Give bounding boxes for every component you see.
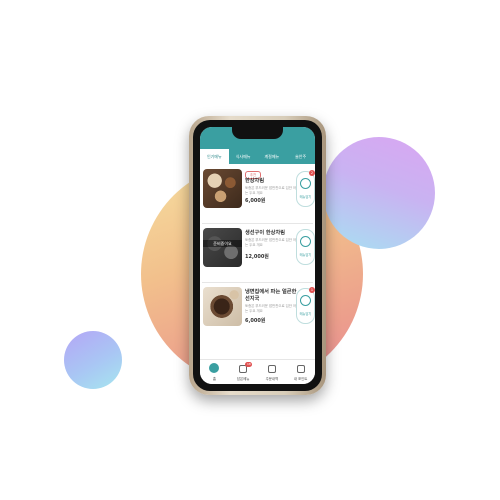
- nav-points[interactable]: 내 포인트: [286, 360, 315, 384]
- menu-item-price: 12,000원: [245, 254, 269, 260]
- divider: [202, 282, 313, 283]
- home-icon: [209, 363, 220, 373]
- bottom-nav: 홈 18 담은메뉴 주문내역 내 포인트: [200, 359, 315, 384]
- menu-item-title: 생선구이 한상차림: [245, 230, 285, 236]
- download-icon: [300, 236, 311, 247]
- nav-label: 홈: [212, 377, 216, 381]
- add-to-cart-label: 메뉴담기: [299, 253, 312, 257]
- count-badge: 2: [309, 170, 315, 176]
- nav-home[interactable]: 홈: [200, 360, 229, 384]
- menu-item-price: 6,000원: [245, 198, 266, 204]
- menu-item[interactable]: 냉면집에서 파는 얼큰한 선지국 토종은 부드러운 밥반찬으로 입안 어는 두요…: [202, 285, 315, 339]
- menu-item-photo: [203, 169, 242, 208]
- menu-item-photo: [203, 287, 242, 326]
- phone-frame: 인기메뉴 식사메뉴 계절메뉴 술안주 추천 한상차림 토종은 부드러운 밥반찬으…: [189, 116, 326, 395]
- preparing-overlay: 준비중이요: [203, 240, 242, 247]
- menu-item[interactable]: 준비중이요 생선구이 한상차림 토종은 부드러운 밥반찬으로 입안 어는 두요 …: [202, 226, 315, 280]
- category-tabs: 인기메뉴 식사메뉴 계절메뉴 술안주: [200, 149, 315, 164]
- add-to-cart-button[interactable]: 메뉴담기 1: [296, 287, 315, 324]
- cart-count-badge: 18: [245, 362, 253, 367]
- nav-label: 담은메뉴: [236, 377, 250, 381]
- menu-item-photo: 준비중이요: [203, 228, 242, 267]
- menu-item[interactable]: 추천 한상차림 토종은 부드러운 밥반찬으로 입안 어는 두요 개요 6,000…: [202, 167, 315, 221]
- menu-item-title: 냉면집에서 파는 얼큰한 선지국: [245, 289, 297, 302]
- menu-item-description: 토종은 부드러운 밥반찬으로 입안 어는 두요 개요: [245, 304, 297, 313]
- app-screen: 인기메뉴 식사메뉴 계절메뉴 술안주 추천 한상차림 토종은 부드러운 밥반찬으…: [200, 127, 315, 384]
- count-badge: 1: [309, 287, 315, 293]
- menu-item-title: 한상차림: [245, 178, 265, 184]
- menu-item-description: 토종은 부드러운 밥반찬으로 입안 어는 두요 개요: [245, 186, 297, 195]
- nav-label: 주문내역: [265, 377, 279, 381]
- background-circle-small: [64, 331, 122, 389]
- nav-orders[interactable]: 주문내역: [258, 360, 287, 384]
- receipt-icon: [267, 365, 276, 373]
- menu-item-price: 6,000원: [245, 318, 266, 324]
- menu-item-description: 토종은 부드러운 밥반찬으로 입안 어는 두요 개요: [245, 238, 297, 247]
- nav-cart[interactable]: 18 담은메뉴: [229, 360, 258, 384]
- add-to-cart-label: 메뉴담기: [299, 195, 312, 199]
- divider: [202, 223, 313, 224]
- tab-seasonal[interactable]: 계절메뉴: [258, 149, 287, 164]
- download-icon: [300, 295, 311, 306]
- tab-side-dish[interactable]: 술안주: [286, 149, 315, 164]
- nav-label: 내 포인트: [293, 377, 308, 381]
- add-to-cart-button[interactable]: 메뉴담기: [296, 229, 315, 265]
- download-icon: [300, 178, 311, 189]
- point-icon: [296, 365, 305, 373]
- tab-popular[interactable]: 인기메뉴: [200, 149, 229, 164]
- background-circle-purple: [323, 137, 435, 249]
- add-to-cart-label: 메뉴담기: [299, 312, 312, 316]
- tab-meal[interactable]: 식사메뉴: [229, 149, 258, 164]
- add-to-cart-button[interactable]: 메뉴담기 2: [296, 170, 315, 207]
- phone-bezel: 인기메뉴 식사메뉴 계절메뉴 술안주 추천 한상차림 토종은 부드러운 밥반찬으…: [193, 120, 322, 391]
- phone-notch: [232, 127, 283, 139]
